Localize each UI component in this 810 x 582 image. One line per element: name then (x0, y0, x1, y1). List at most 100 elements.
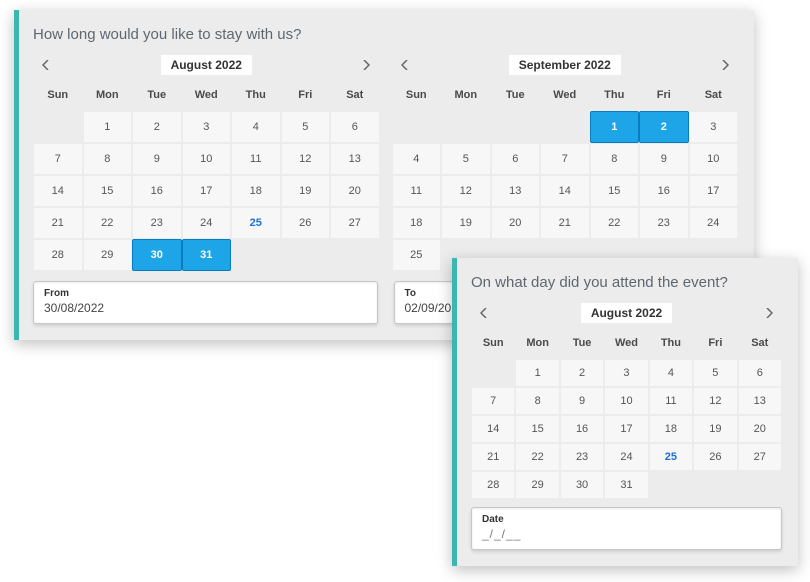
day-cell[interactable]: 22 (83, 207, 133, 239)
day-cell[interactable]: 28 (471, 471, 515, 499)
day-cell[interactable]: 13 (738, 387, 782, 415)
day-cell[interactable]: 9 (639, 143, 689, 175)
day-cell[interactable]: 19 (441, 207, 491, 239)
day-cell[interactable]: 1 (515, 359, 559, 387)
day-cell[interactable]: 12 (693, 387, 737, 415)
day-cell[interactable]: 5 (281, 111, 331, 143)
day-cell[interactable]: 31 (604, 471, 648, 499)
day-cell[interactable]: 12 (441, 175, 491, 207)
day-cell[interactable]: 5 (441, 143, 491, 175)
day-cell[interactable]: 3 (689, 111, 739, 143)
day-cell[interactable]: 29 (83, 239, 133, 271)
day-cell[interactable]: 16 (560, 415, 604, 443)
day-cell[interactable]: 15 (515, 415, 559, 443)
day-cell[interactable]: 30 (560, 471, 604, 499)
day-cell[interactable]: 18 (649, 415, 693, 443)
day-cell[interactable]: 4 (649, 359, 693, 387)
day-cell[interactable]: 18 (392, 207, 442, 239)
day-cell[interactable]: 15 (83, 175, 133, 207)
day-cell[interactable]: 9 (132, 143, 182, 175)
day-cell[interactable]: 7 (471, 387, 515, 415)
day-cell[interactable]: 26 (693, 443, 737, 471)
day-cell[interactable]: 8 (83, 143, 133, 175)
day-cell[interactable]: 8 (590, 143, 640, 175)
day-cell[interactable]: 23 (639, 207, 689, 239)
day-of-week-row: SunMonTueWedThuFriSat (33, 81, 380, 111)
day-cell[interactable]: 13 (330, 143, 380, 175)
day-cell[interactable]: 24 (604, 443, 648, 471)
day-cell[interactable]: 7 (540, 143, 590, 175)
day-cell[interactable]: 21 (33, 207, 83, 239)
day-cell[interactable]: 10 (182, 143, 232, 175)
day-cell[interactable]: 2 (560, 359, 604, 387)
prev-month-button[interactable] (37, 56, 55, 74)
day-cell[interactable]: 30 (132, 239, 182, 271)
day-cell[interactable]: 18 (231, 175, 281, 207)
day-cell[interactable]: 2 (639, 111, 689, 143)
day-cell[interactable]: 11 (231, 143, 281, 175)
day-cell[interactable]: 27 (738, 443, 782, 471)
day-cell[interactable]: 14 (540, 175, 590, 207)
day-cell[interactable]: 6 (330, 111, 380, 143)
day-cell[interactable]: 14 (33, 175, 83, 207)
day-cell[interactable]: 20 (491, 207, 541, 239)
day-cell[interactable]: 7 (33, 143, 83, 175)
day-cell[interactable]: 29 (515, 471, 559, 499)
day-cell[interactable]: 4 (392, 143, 442, 175)
day-cell[interactable]: 14 (471, 415, 515, 443)
day-cell[interactable]: 2 (132, 111, 182, 143)
next-month-button[interactable] (357, 56, 375, 74)
day-cell[interactable]: 3 (604, 359, 648, 387)
day-cell[interactable]: 16 (132, 175, 182, 207)
day-of-week-label: Mon (83, 81, 133, 111)
day-cell[interactable]: 25 (392, 239, 442, 271)
day-cell[interactable]: 21 (471, 443, 515, 471)
day-cell[interactable]: 26 (281, 207, 331, 239)
day-cell[interactable]: 12 (281, 143, 331, 175)
prev-month-button[interactable] (396, 56, 414, 74)
field-label: From (44, 288, 367, 299)
day-cell[interactable]: 21 (540, 207, 590, 239)
day-cell[interactable]: 9 (560, 387, 604, 415)
day-cell[interactable]: 17 (604, 415, 648, 443)
day-cell[interactable]: 11 (649, 387, 693, 415)
day-cell[interactable]: 15 (590, 175, 640, 207)
day-cell[interactable]: 1 (590, 111, 640, 143)
day-cell[interactable]: 5 (693, 359, 737, 387)
next-month-button[interactable] (760, 304, 778, 322)
day-cell[interactable]: 24 (182, 207, 232, 239)
day-cell[interactable]: 24 (689, 207, 739, 239)
day-cell[interactable]: 23 (560, 443, 604, 471)
day-cell[interactable]: 3 (182, 111, 232, 143)
day-cell[interactable]: 6 (491, 143, 541, 175)
prev-month-button[interactable] (475, 304, 493, 322)
next-month-button[interactable] (716, 56, 734, 74)
day-cell[interactable]: 19 (693, 415, 737, 443)
day-cell[interactable]: 11 (392, 175, 442, 207)
day-cell[interactable]: 8 (515, 387, 559, 415)
day-cell[interactable]: 25 (649, 443, 693, 471)
day-cell[interactable]: 20 (738, 415, 782, 443)
day-cell[interactable]: 19 (281, 175, 331, 207)
day-cell[interactable]: 13 (491, 175, 541, 207)
day-cell[interactable]: 10 (689, 143, 739, 175)
day-cell[interactable]: 4 (231, 111, 281, 143)
day-cell[interactable]: 22 (590, 207, 640, 239)
from-date-field[interactable]: From 30/08/2022 (33, 281, 378, 324)
day-cell[interactable]: 6 (738, 359, 782, 387)
day-cell[interactable]: 23 (132, 207, 182, 239)
day-cell[interactable]: 10 (604, 387, 648, 415)
day-cell[interactable]: 28 (33, 239, 83, 271)
day-cell[interactable]: 25 (231, 207, 281, 239)
day-cell[interactable]: 31 (182, 239, 232, 271)
day-of-week-label: Wed (182, 81, 232, 111)
day-cell[interactable]: 1 (83, 111, 133, 143)
day-of-week-label: Wed (540, 81, 590, 111)
day-cell[interactable]: 17 (182, 175, 232, 207)
day-cell[interactable]: 17 (689, 175, 739, 207)
day-cell[interactable]: 16 (639, 175, 689, 207)
date-field[interactable]: Date _/_/__ (471, 507, 782, 550)
day-cell[interactable]: 20 (330, 175, 380, 207)
day-cell[interactable]: 27 (330, 207, 380, 239)
day-cell[interactable]: 22 (515, 443, 559, 471)
